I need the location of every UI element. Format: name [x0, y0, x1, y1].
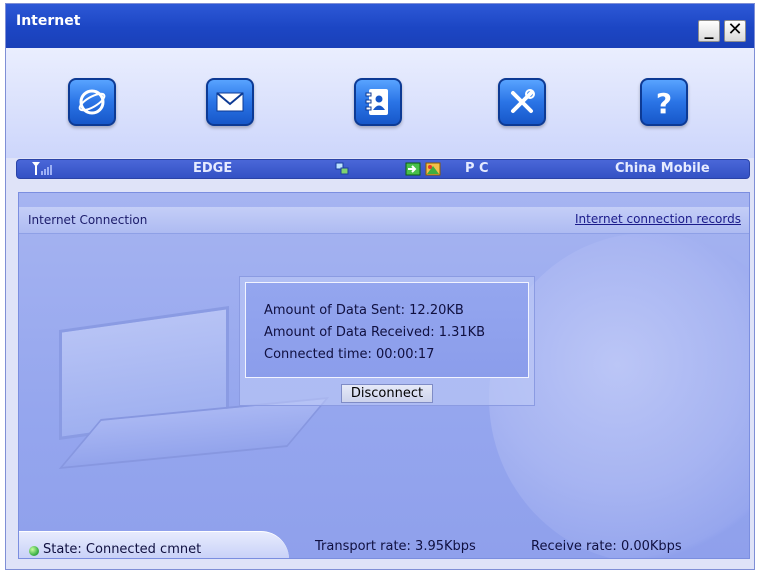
- transport-rate: Transport rate: 3.95Kbps: [315, 539, 476, 554]
- pc-connection-icon: [425, 162, 441, 180]
- minimize-button[interactable]: _: [698, 20, 720, 42]
- app-window: Internet _ ✕ ? EDGE P C China Mobile Int…: [5, 3, 755, 570]
- operator-name: China Mobile: [615, 161, 710, 176]
- internet-connection-panel: Internet Connection Internet connection …: [18, 192, 750, 559]
- close-button[interactable]: ✕: [724, 20, 746, 42]
- sim-icon: [405, 162, 421, 180]
- contacts-book-icon: [365, 89, 388, 115]
- status-footer: State: Connected cmnet Transport rate: 3…: [19, 528, 749, 558]
- panel-title: Internet Connection: [28, 213, 148, 227]
- panel-header: Internet Connection Internet connection …: [19, 207, 749, 234]
- connected-time: Connected time: 00:00:17: [264, 347, 435, 362]
- tools-icon: [511, 89, 535, 113]
- connection-state: State: Connected cmnet: [43, 542, 202, 557]
- messages-button[interactable]: [206, 78, 254, 126]
- internet-icon: [78, 89, 106, 115]
- title-bar: Internet _ ✕: [6, 4, 754, 48]
- data-received: Amount of Data Received: 1.31KB: [264, 325, 486, 340]
- data-sent: Amount of Data Sent: 12.20KB: [264, 303, 464, 318]
- disconnect-button[interactable]: Disconnect: [341, 384, 433, 403]
- network-type: EDGE: [193, 161, 233, 176]
- window-title: Internet: [16, 13, 81, 29]
- toolbar: ?: [6, 48, 754, 158]
- envelope-icon: [216, 92, 244, 112]
- help-icon: ?: [656, 87, 672, 118]
- receive-rate: Receive rate: 0.00Kbps: [531, 539, 682, 554]
- connection-records-link[interactable]: Internet connection records: [575, 212, 741, 226]
- status-bar: EDGE P C China Mobile: [16, 159, 750, 179]
- connection-mode: P C: [465, 161, 489, 176]
- network-icon: [335, 162, 349, 180]
- contacts-button[interactable]: [354, 78, 402, 126]
- connected-status-icon: [29, 546, 39, 556]
- state-tab: State: Connected cmnet: [19, 531, 289, 558]
- internet-button[interactable]: [68, 78, 116, 126]
- connection-stats: Amount of Data Sent: 12.20KB Amount of D…: [245, 282, 529, 378]
- settings-button[interactable]: [498, 78, 546, 126]
- connection-stats-box: Amount of Data Sent: 12.20KB Amount of D…: [239, 276, 535, 406]
- signal-strength-icon: [31, 161, 55, 179]
- help-button[interactable]: ?: [640, 78, 688, 126]
- svg-text:?: ?: [656, 87, 672, 118]
